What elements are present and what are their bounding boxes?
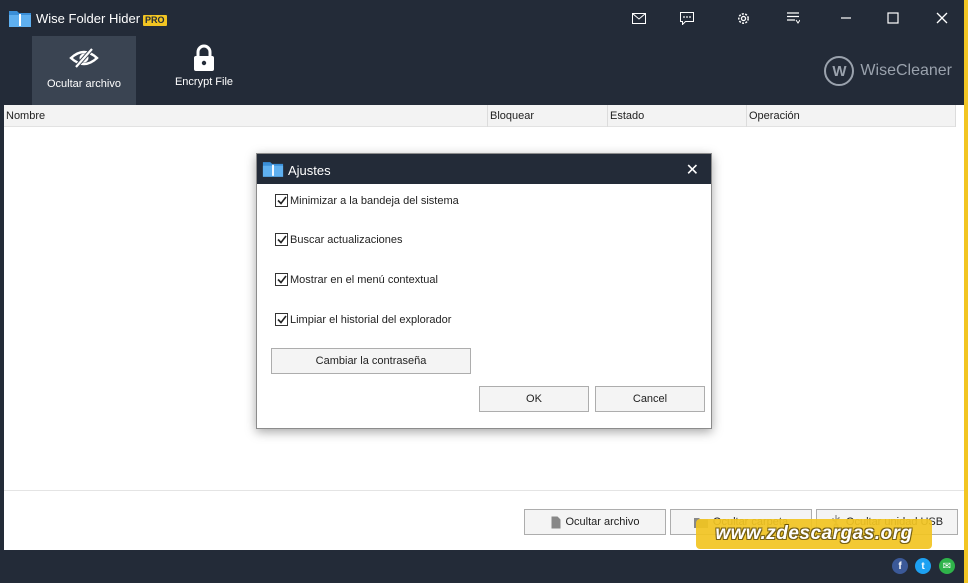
checkbox-checked-icon[interactable] <box>275 273 288 286</box>
option-label: Limpiar el historial del explorador <box>290 313 452 326</box>
tab-label: Encrypt File <box>174 76 234 88</box>
tab-encrypt-file[interactable]: Encrypt File <box>150 36 258 105</box>
option-minimize-to-tray[interactable]: Minimizar a la bandeja del sistema <box>275 194 459 207</box>
watermark-text: www.zdescargas.org <box>696 519 932 549</box>
twitter-icon[interactable]: t <box>915 558 931 574</box>
app-title: Wise Folder Hider <box>36 11 141 26</box>
lock-icon <box>192 44 216 72</box>
button-label: Ocultar archivo <box>565 516 640 528</box>
dialog-title-bar: Ajustes ✕ <box>257 154 711 184</box>
checkbox-checked-icon[interactable] <box>275 233 288 246</box>
option-label: Mostrar en el menú contextual <box>290 273 438 286</box>
hide-file-button[interactable]: Ocultar archivo <box>524 509 666 535</box>
eye-slash-icon <box>69 44 99 72</box>
column-header-bloquear[interactable]: Bloquear <box>488 105 608 127</box>
minimize-icon[interactable] <box>836 8 856 28</box>
option-clear-history[interactable]: Limpiar el historial del explorador <box>275 313 451 326</box>
dialog-title: Ajustes <box>288 163 331 178</box>
option-check-updates[interactable]: Buscar actualizaciones <box>275 233 403 246</box>
file-icon <box>551 516 560 528</box>
gear-icon[interactable] <box>733 8 753 28</box>
feedback-icon[interactable] <box>677 8 697 28</box>
tab-ocultar-archivo[interactable]: Ocultar archivo <box>32 36 136 105</box>
change-password-button[interactable]: Cambiar la contraseña <box>271 348 471 374</box>
title-bar: Wise Folder Hider PRO <box>0 0 964 36</box>
brand-name: WiseCleaner <box>860 62 952 79</box>
column-header-nombre[interactable]: Nombre <box>4 105 488 127</box>
option-label: Buscar actualizaciones <box>290 233 403 246</box>
maximize-icon[interactable] <box>883 8 903 28</box>
mail-icon[interactable] <box>629 8 649 28</box>
table-header: Nombre Bloquear Estado Operación <box>4 105 956 127</box>
ok-button[interactable]: OK <box>479 386 589 412</box>
wisecleaner-logo[interactable]: W WiseCleaner <box>824 56 952 86</box>
column-header-operacion[interactable]: Operación <box>747 105 956 127</box>
checkbox-checked-icon[interactable] <box>275 194 288 207</box>
app-logo-icon <box>9 11 31 27</box>
tab-label: Ocultar archivo <box>47 78 121 90</box>
checkbox-checked-icon[interactable] <box>275 313 288 326</box>
menu-icon[interactable] <box>783 8 803 28</box>
status-bar: f t ✉ <box>0 550 964 583</box>
settings-dialog: Ajustes ✕ Minimizar a la bandeja del sis… <box>256 153 712 429</box>
cancel-button[interactable]: Cancel <box>595 386 705 412</box>
column-header-estado[interactable]: Estado <box>608 105 747 127</box>
pro-badge: PRO <box>143 15 167 26</box>
toolbar: Ocultar archivo Encrypt File W WiseClean… <box>0 36 964 105</box>
app-logo-icon <box>262 162 284 177</box>
email-share-icon[interactable]: ✉ <box>939 558 955 574</box>
option-context-menu[interactable]: Mostrar en el menú contextual <box>275 273 438 286</box>
close-icon[interactable] <box>932 8 952 28</box>
option-label: Minimizar a la bandeja del sistema <box>290 194 459 207</box>
wisecleaner-logo-icon: W <box>824 56 855 86</box>
facebook-icon[interactable]: f <box>892 558 908 574</box>
dialog-close-icon[interactable]: ✕ <box>686 160 699 180</box>
